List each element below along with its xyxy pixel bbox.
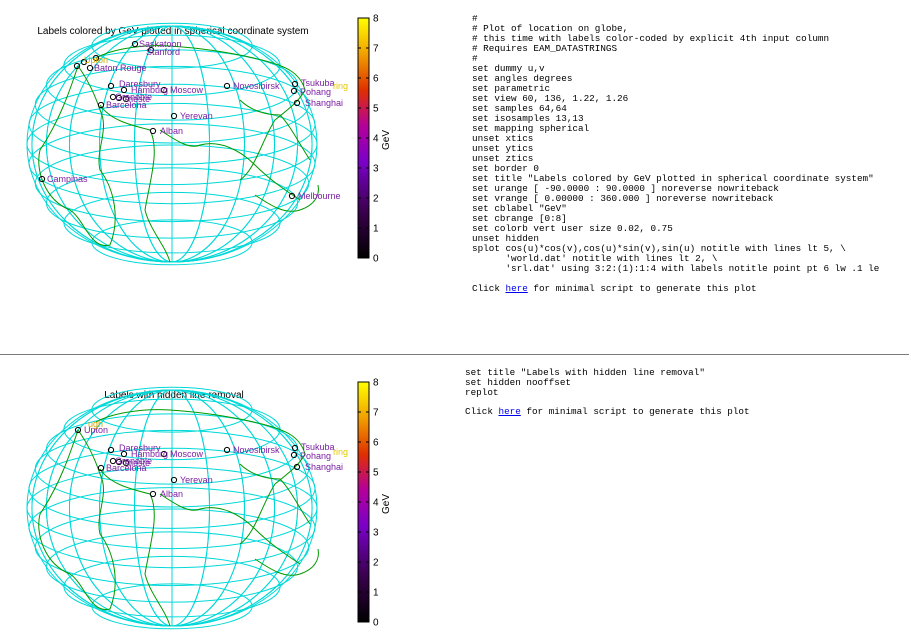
- city-marker: Yerevan: [170, 111, 213, 121]
- grid-line: [133, 25, 173, 263]
- globe-plot-2: Labels with hidden line removal Uptonugh…: [26, 378, 392, 630]
- click-text: Click: [472, 283, 506, 294]
- svg-text:Campinas: Campinas: [47, 174, 88, 184]
- grid-line: [99, 389, 173, 627]
- svg-text:Pohang: Pohang: [300, 87, 331, 97]
- script-listing: # # Plot of location on globe, # this ti…: [472, 13, 880, 274]
- svg-text:Melbourne: Melbourne: [298, 191, 341, 201]
- globe-plot-1: Labels colored by GeV plotted in spheric…: [26, 14, 392, 266]
- svg-text:Novosibirsk: Novosibirsk: [233, 81, 280, 91]
- colorbar-tick-label: 5: [373, 468, 379, 479]
- grid-line: [171, 25, 313, 263]
- plot-panel-hidden: Labels with hidden line removal Upton ugh…: [0, 356, 909, 637]
- grid-line: [133, 25, 173, 263]
- svg-text:Moscow: Moscow: [170, 85, 204, 95]
- city-labels: Uptonugh Moscow Novosibirsk Tsukuba Poha…: [74, 419, 348, 499]
- svg-text:Moscow: Moscow: [170, 449, 204, 459]
- click-text-suffix: for minimal script to generate this plot: [520, 406, 750, 417]
- minimal-script-link[interactable]: here: [505, 283, 527, 294]
- grid-line: [99, 389, 173, 627]
- grid-line: [133, 389, 173, 627]
- city-marker: Campinas: [38, 174, 88, 184]
- city-marker: Alban: [149, 489, 183, 499]
- grid-line: [99, 25, 173, 263]
- svg-text:ugh: ugh: [88, 419, 103, 429]
- grid-line: [99, 25, 173, 263]
- colorbar-tick-label: 7: [373, 44, 379, 55]
- globe-grid: [26, 22, 318, 266]
- city-marker: Melbourne: [288, 191, 341, 201]
- city-labels: Saskatoon Stanford Baton RougeUpton Camp…: [38, 39, 348, 201]
- city-marker-cluster: Daresbury Hamburg Grenoble Trieste Barce…: [97, 79, 168, 110]
- click-text-suffix: for minimal script to generate this plot: [527, 283, 757, 294]
- svg-text:Novosibirsk: Novosibirsk: [233, 445, 280, 455]
- colorbar-tick-label: 6: [373, 438, 379, 449]
- svg-text:Yerevan: Yerevan: [180, 475, 213, 485]
- svg-text:Barcelona: Barcelona: [106, 463, 147, 473]
- colorbar-tick-label: 8: [373, 378, 379, 389]
- colorbar-tick-label: 7: [373, 408, 379, 419]
- colorbar-tick-label: 5: [373, 104, 379, 115]
- plot-panel-spherical: Labels colored by GeV plotted in spheric…: [0, 0, 909, 354]
- svg-text:Pohang: Pohang: [300, 451, 331, 461]
- svg-text:Upton: Upton: [84, 55, 108, 65]
- city-marker: Novosibirsk: [223, 445, 280, 455]
- colorbar-tick-label: 8: [373, 14, 379, 25]
- grid-line: [171, 389, 313, 627]
- svg-text:Stanford: Stanford: [146, 47, 180, 57]
- grid-line: [171, 389, 313, 627]
- colorbar-tick-label: 4: [373, 498, 379, 509]
- grid-line: [171, 25, 313, 263]
- colorbar-tick-label: 1: [373, 224, 379, 235]
- city-marker-cluster: Daresbury Hamburg Grenoble Trieste Barce…: [97, 443, 168, 473]
- colorbar-tick-label: 2: [373, 194, 379, 205]
- colorbar-tick-label: 4: [373, 134, 379, 145]
- city-marker: Novosibirsk: [223, 81, 280, 91]
- colorbar-tick-label: 6: [373, 74, 379, 85]
- colorbar-label: GeV: [381, 494, 392, 514]
- script-listing: set title "Labels with hidden line remov…: [465, 367, 705, 398]
- grid-line: [133, 389, 173, 627]
- svg-text:ring: ring: [333, 447, 348, 457]
- city-marker: Baton RougeUpton: [73, 54, 147, 73]
- land-outline: [159, 493, 301, 565]
- click-text: Click: [465, 406, 499, 417]
- minimal-script-line: Click here for minimal script to generat…: [465, 406, 750, 417]
- svg-text:Shanghai: Shanghai: [305, 462, 343, 472]
- colorbar-tick-label: 2: [373, 558, 379, 569]
- svg-text:Alban: Alban: [160, 126, 183, 136]
- land-outline: [159, 129, 301, 201]
- svg-text:Shanghai: Shanghai: [305, 98, 343, 108]
- city-marker: Alban: [149, 126, 183, 136]
- colorbar-label: GeV: [381, 130, 392, 150]
- colorbar-tick-label: 0: [373, 254, 379, 265]
- panel-divider: [0, 354, 909, 355]
- svg-text:Barcelona: Barcelona: [106, 100, 147, 110]
- colorbar-tick-label: 1: [373, 588, 379, 599]
- city-marker: Stanford: [146, 46, 180, 57]
- colorbar-tick-label: 3: [373, 164, 379, 175]
- minimal-script-line: Click here for minimal script to generat…: [472, 283, 757, 294]
- city-marker: Yerevan: [170, 475, 213, 485]
- minimal-script-link[interactable]: here: [498, 406, 520, 417]
- svg-text:ring: ring: [333, 81, 348, 91]
- globe-grid: [26, 386, 318, 630]
- colorbar-tick-label: 0: [373, 618, 379, 629]
- svg-text:Yerevan: Yerevan: [180, 111, 213, 121]
- colorbar-tick-label: 3: [373, 528, 379, 539]
- svg-text:Alban: Alban: [160, 489, 183, 499]
